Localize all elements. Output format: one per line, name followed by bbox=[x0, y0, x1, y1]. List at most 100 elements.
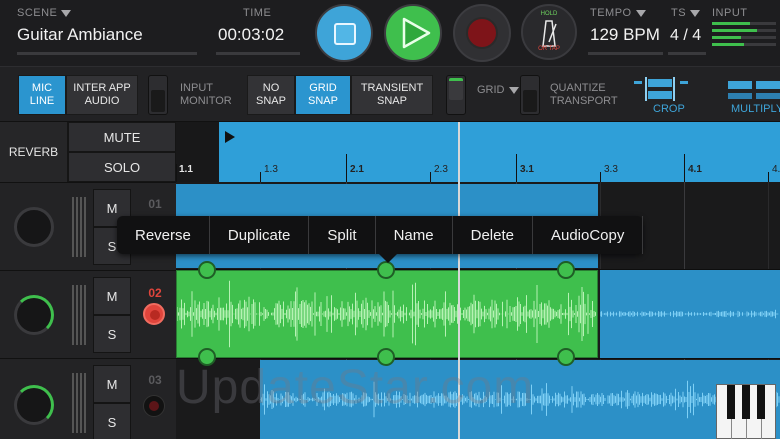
tempo-dropdown[interactable]: TEMPO bbox=[590, 7, 646, 19]
volume-knob[interactable] bbox=[14, 385, 54, 425]
duplicate-menu-item[interactable]: Duplicate bbox=[210, 216, 310, 254]
grid-toggle[interactable] bbox=[446, 75, 466, 115]
solo-button[interactable]: S bbox=[93, 315, 131, 353]
input-label: INPUT bbox=[712, 7, 748, 19]
volume-knob[interactable] bbox=[14, 207, 54, 247]
volume-knob[interactable] bbox=[14, 295, 54, 335]
meter-fill bbox=[712, 43, 744, 46]
grid-dropdown[interactable]: GRID bbox=[477, 84, 519, 97]
meter-bar bbox=[712, 36, 776, 39]
timeline-ruler[interactable]: 1.1 1.3 2.1 2.3 3.1 3.3 4.1 4.3 bbox=[176, 122, 780, 182]
ruler-tick bbox=[600, 172, 601, 182]
scene-dropdown[interactable]: SCENE bbox=[17, 7, 72, 19]
black-key bbox=[727, 385, 735, 419]
input-level-meter bbox=[712, 22, 776, 50]
grid-label: GRID bbox=[477, 84, 505, 96]
split-menu-item[interactable]: Split bbox=[309, 216, 376, 254]
lane-separator bbox=[176, 358, 780, 359]
clip-fade-handle[interactable] bbox=[377, 261, 395, 279]
drag-handle-icon[interactable] bbox=[72, 197, 86, 257]
record-arm-button[interactable] bbox=[143, 303, 165, 325]
mute-button[interactable]: M bbox=[93, 365, 131, 403]
tempo-value[interactable]: 129 BPM bbox=[590, 25, 660, 45]
mute-button[interactable]: M bbox=[93, 277, 131, 315]
toggle-knob bbox=[449, 78, 463, 100]
metronome-button[interactable]: HOLD OR TAP bbox=[521, 4, 577, 60]
ruler-tick bbox=[260, 172, 261, 182]
clip-end-handle[interactable] bbox=[557, 261, 575, 279]
waveform bbox=[600, 309, 779, 319]
audio-clip-track-02-next[interactable] bbox=[600, 270, 780, 358]
chevron-down-icon bbox=[61, 9, 72, 17]
tempo-underline bbox=[588, 52, 663, 55]
record-button[interactable] bbox=[453, 4, 511, 62]
track-number: 03 bbox=[148, 373, 162, 387]
meter-fill bbox=[712, 22, 751, 25]
mute-all-button[interactable]: MUTE bbox=[68, 122, 176, 152]
ruler-label: 1.1 bbox=[179, 164, 193, 175]
inter-app-audio-button[interactable]: INTER APP AUDIO bbox=[66, 75, 138, 115]
black-key bbox=[757, 385, 765, 419]
ruler-tick bbox=[768, 172, 769, 182]
tempo-label: TEMPO bbox=[590, 7, 632, 19]
keyboard-icon[interactable] bbox=[716, 384, 776, 439]
transient-snap-button[interactable]: TRANSIENT SNAP bbox=[351, 75, 433, 115]
multiply-icon[interactable] bbox=[728, 77, 780, 103]
scene-name[interactable]: Guitar Ambiance bbox=[17, 25, 143, 45]
play-button[interactable] bbox=[384, 4, 442, 62]
toggle-knob bbox=[151, 90, 165, 112]
no-snap-button[interactable]: NO SNAP bbox=[247, 75, 295, 115]
meter-bar bbox=[712, 43, 776, 46]
ruler-label: 3.3 bbox=[604, 164, 618, 175]
ruler-tick bbox=[516, 154, 517, 182]
mic-line-button[interactable]: MIC LINE bbox=[18, 75, 66, 115]
audio-clip-track-02-selected[interactable] bbox=[176, 270, 598, 358]
ruler-label: 3.1 bbox=[520, 164, 534, 175]
ruler-label: 4.3 bbox=[772, 164, 780, 175]
menu-pointer bbox=[379, 254, 397, 263]
play-marker-icon[interactable] bbox=[224, 130, 236, 144]
multiply-label: MULTIPLY bbox=[731, 103, 780, 115]
clip-context-menu: Reverse Duplicate Split Name Delete Audi… bbox=[117, 216, 644, 263]
input-monitor-toggle[interactable] bbox=[148, 75, 168, 115]
play-icon bbox=[402, 17, 431, 49]
drag-handle-icon[interactable] bbox=[72, 373, 86, 433]
name-menu-item[interactable]: Name bbox=[376, 216, 453, 254]
drag-handle-icon[interactable] bbox=[72, 285, 86, 345]
chevron-down-icon bbox=[508, 86, 519, 94]
record-arm-icon bbox=[150, 310, 160, 320]
time-signature[interactable]: 4 / 4 bbox=[670, 27, 701, 45]
ruler-label: 4.1 bbox=[688, 164, 702, 175]
ruler-tick bbox=[176, 164, 177, 182]
solo-all-button[interactable]: SOLO bbox=[68, 152, 176, 182]
delete-menu-item[interactable]: Delete bbox=[453, 216, 533, 254]
black-key bbox=[742, 385, 750, 419]
stop-button[interactable] bbox=[315, 4, 373, 62]
ruler-tick bbox=[684, 154, 685, 182]
crop-icon[interactable] bbox=[634, 77, 700, 103]
solo-button[interactable]: S bbox=[93, 403, 131, 439]
record-arm-button[interactable] bbox=[143, 395, 165, 417]
ruler-label: 2.3 bbox=[434, 164, 448, 175]
reverb-button[interactable]: REVERB bbox=[0, 122, 68, 182]
record-arm-icon bbox=[149, 401, 159, 411]
ts-dropdown[interactable]: TS bbox=[671, 7, 701, 19]
ts-separator: / bbox=[683, 27, 688, 44]
clip-end-bottom-handle[interactable] bbox=[557, 348, 575, 366]
track-number: 02 bbox=[148, 286, 162, 300]
grid-snap-button[interactable]: GRID SNAP bbox=[295, 75, 351, 115]
reverse-menu-item[interactable]: Reverse bbox=[117, 216, 210, 254]
quantize-transport-toggle[interactable] bbox=[520, 75, 540, 115]
input-monitor-label: INPUT MONITOR bbox=[180, 82, 232, 107]
meter-fill bbox=[712, 29, 757, 32]
stop-icon bbox=[334, 23, 356, 45]
ts-underline bbox=[668, 52, 706, 55]
ts-numerator: 4 bbox=[670, 27, 679, 44]
quantize-transport-label: QUANTIZE TRANSPORT bbox=[550, 82, 618, 107]
track-header-03: M S 03 bbox=[0, 358, 176, 439]
record-icon bbox=[466, 17, 498, 49]
audiocopy-menu-item[interactable]: AudioCopy bbox=[533, 216, 644, 254]
clip-start-handle[interactable] bbox=[198, 261, 216, 279]
ruler-label: 1.3 bbox=[264, 164, 278, 175]
top-bar: SCENE Guitar Ambiance TIME 00:03:02 HOLD… bbox=[0, 0, 780, 66]
